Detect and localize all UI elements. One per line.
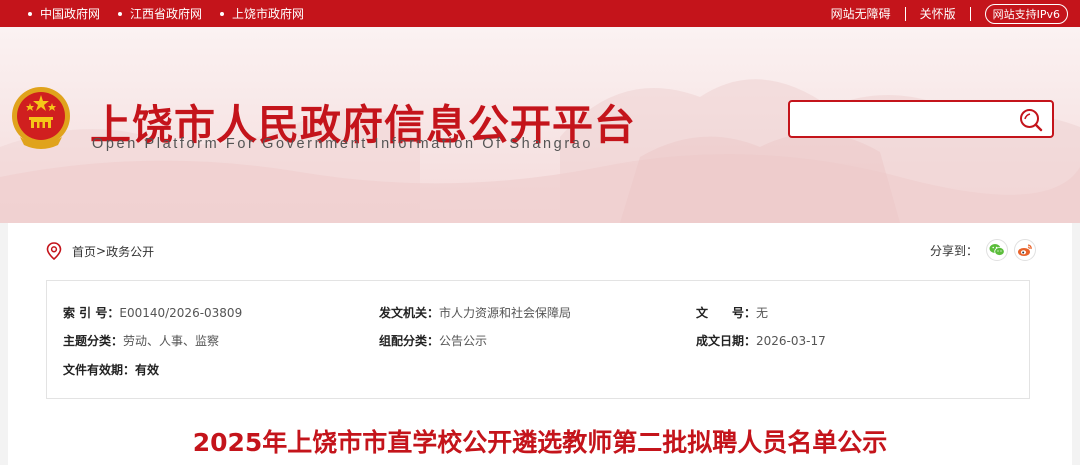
breadcrumb: 首页 > 政务公开 [46,241,154,261]
divider [904,6,906,21]
meta-issuer-value: 市人力资源和社会保障局 [439,306,572,320]
top-right-tools: 网站无障碍 关怀版 网站支持IPv6 [831,0,1068,27]
meta-category-value: 公告公示 [439,334,488,348]
meta-issuer: 发文机关：市人力资源和社会保障局 [379,304,571,321]
breadcrumb-separator: > [96,244,107,258]
bullet-icon [28,11,32,16]
accessibility-link[interactable]: 网站无障碍 [831,5,891,22]
bullet-icon [220,11,225,16]
meta-index-no-label: 索 引 号： [63,306,120,320]
meta-index-no-value: E00140/2026-03809 [119,306,243,320]
link-shangrao-gov[interactable]: 上饶市政府网 [220,5,304,22]
wechat-icon[interactable] [986,239,1008,261]
meta-topic-value: 劳动、人事、监察 [123,334,220,348]
meta-date-label: 成文日期： [696,334,757,348]
ipv6-badge: 网站支持IPv6 [984,3,1068,24]
meta-category-label: 组配分类： [379,334,440,348]
meta-validity: 文件有效期：有效 [63,361,159,378]
breadcrumb-current[interactable]: 政务公开 [106,243,154,260]
site-header: 上饶市人民政府信息公开平台 Open Platform For Governme… [0,27,1080,223]
share-label: 分享到： [929,243,978,258]
breadcrumb-home[interactable]: 首页 [72,243,96,260]
meta-index-no: 索 引 号：E00140/2026-03809 [63,304,242,321]
top-bar: 中国政府网 江西省政府网 上饶市政府网 网站无障碍 关怀版 网站支持IPv6 [0,0,1080,27]
document-meta-table: 索 引 号：E00140/2026-03809 发文机关：市人力资源和社会保障局… [46,280,1030,399]
site-subtitle: Open Platform For Government Information… [92,136,594,152]
meta-validity-label: 文件有效期： [63,363,136,377]
meta-doc-no: 文 号：无 [696,304,768,321]
link-jiangxi-gov-label[interactable]: 江西省政府网 [130,5,202,22]
link-china-gov-label[interactable]: 中国政府网 [40,5,100,22]
meta-category: 组配分类：公告公示 [379,332,487,349]
national-emblem-icon [12,87,70,149]
gov-links: 中国政府网 江西省政府网 上饶市政府网 [28,0,322,27]
document-title: 2025年上饶市市直学校公开遴选教师第二批拟聘人员名单公示 [192,428,888,457]
meta-validity-value: 有效 [135,363,160,377]
meta-topic-label: 主题分类： [63,334,124,348]
meta-date: 成文日期：2026-03-17 [696,332,826,349]
meta-topic: 主题分类：劳动、人事、监察 [63,332,219,349]
location-pin-icon [46,242,62,260]
weibo-icon[interactable] [1014,239,1036,261]
search-input[interactable] [798,108,1008,130]
share-bar: 分享到： [930,239,1036,261]
link-jiangxi-gov[interactable]: 江西省政府网 [118,5,202,22]
divider [969,6,971,21]
search-icon[interactable] [1018,107,1044,133]
meta-doc-no-value: 无 [756,306,769,320]
bullet-icon [118,11,123,16]
meta-doc-no-label: 文 号： [696,306,757,320]
link-china-gov[interactable]: 中国政府网 [28,5,100,22]
meta-date-value: 2026-03-17 [756,334,826,348]
link-shangrao-gov-label[interactable]: 上饶市政府网 [232,5,304,22]
search-box [788,100,1054,138]
care-mode-link[interactable]: 关怀版 [920,5,956,22]
content-card: 首页 > 政务公开 分享到： 索 引 号：E00140/2026-03809 发… [8,223,1072,465]
meta-issuer-label: 发文机关： [379,306,440,320]
